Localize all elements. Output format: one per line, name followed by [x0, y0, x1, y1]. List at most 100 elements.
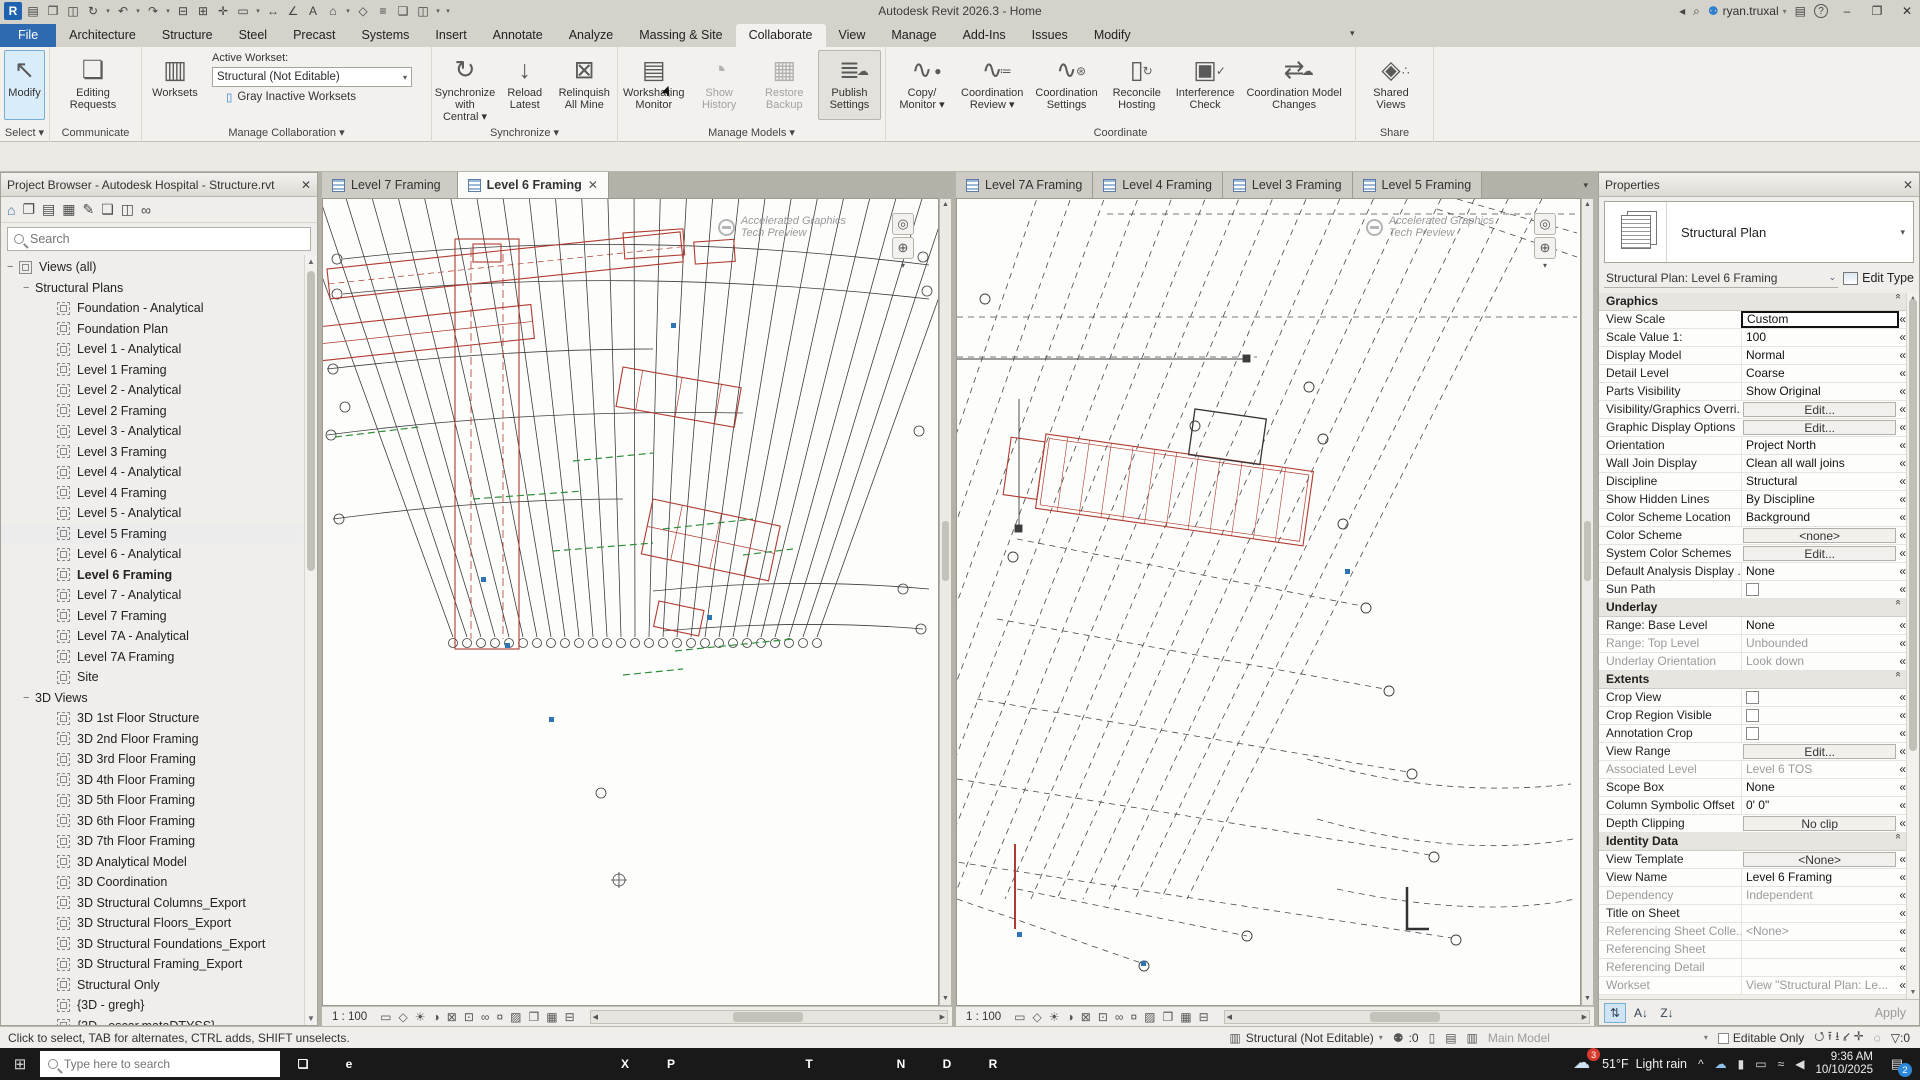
collapse-section-icon[interactable]: « [1899, 959, 1906, 976]
view-hscrollbar[interactable]: ◀▶ [1224, 1010, 1590, 1024]
ribbon-button[interactable]: ◔ Show History [688, 50, 751, 120]
collapse-section-icon[interactable]: « [1899, 887, 1906, 904]
tree-item[interactable]: − 3D Coordination [1, 872, 303, 893]
qat-icon[interactable]: ◫ [64, 2, 82, 20]
collapse-section-icon[interactable]: « [1899, 617, 1906, 634]
view-tab[interactable]: Level 5 Framing [1353, 172, 1483, 198]
view-tab[interactable]: Level 7A Framing [956, 172, 1093, 198]
taskbar-app[interactable] [418, 1048, 464, 1080]
list-icon[interactable]: ▤ [1445, 1031, 1456, 1045]
editing-requests-count[interactable]: ⚉ :0 [1393, 1031, 1419, 1045]
view-control-icon[interactable]: ▨ [510, 1008, 521, 1026]
tree-item[interactable]: − Level 2 - Analytical [1, 380, 303, 401]
tree-item[interactable]: − 3D Analytical Model [1, 852, 303, 873]
collapse-section-icon[interactable]: « [1899, 491, 1906, 508]
scroll-up-icon[interactable]: ▲ [1582, 199, 1593, 211]
browser-search[interactable] [7, 227, 311, 251]
tree-item[interactable]: − Level 7 - Analytical [1, 585, 303, 606]
ribbon-tab[interactable]: Annotate [480, 24, 556, 47]
tree-item[interactable]: − Level 4 - Analytical [1, 462, 303, 483]
view-control-icon[interactable]: ⊡ [1098, 1008, 1108, 1026]
property-row[interactable]: View Template <None> « [1599, 851, 1906, 869]
collapse-section-icon[interactable]: « [1899, 419, 1906, 436]
tree-item[interactable]: − 3D 6th Floor Framing [1, 811, 303, 832]
qat-icon[interactable]: ∠ [284, 2, 302, 20]
wifi-icon[interactable]: ≈ [1778, 1057, 1785, 1071]
browser-tool-icon[interactable]: ⌂ [7, 202, 15, 218]
tree-item[interactable]: − Level 7A Framing [1, 647, 303, 668]
ribbon-button[interactable]: ∿⊛ Coordination Settings [1030, 50, 1102, 120]
collapse-section-icon[interactable]: « [1890, 294, 1907, 310]
qat-icon[interactable]: R [4, 2, 22, 20]
property-row[interactable]: Scale Value 1: 100 « [1599, 329, 1906, 347]
selection-filter[interactable]: ▽:0 [1891, 1031, 1910, 1045]
collapse-section-icon[interactable]: « [1899, 311, 1906, 328]
panel-label-manage-models[interactable]: Manage Models ▾ [618, 125, 885, 142]
design-options-dropdown[interactable]: Main Model ▾ [1488, 1031, 1708, 1045]
account-menu[interactable]: ⚉ryan.truxal▾ [1708, 4, 1787, 18]
view-control-icon[interactable]: ⊟ [565, 1008, 575, 1026]
tree-item[interactable]: − 3D Structural Floors_Export [1, 913, 303, 934]
view-control-icon[interactable]: ∞ [1115, 1008, 1124, 1026]
property-row[interactable]: Graphics « [1599, 293, 1906, 311]
qat-icon[interactable]: ↻ [84, 2, 102, 20]
tree-item[interactable]: − Level 1 - Analytical [1, 339, 303, 360]
collapse-section-icon[interactable]: « [1899, 815, 1906, 832]
ribbon-tab[interactable]: Manage [878, 24, 949, 47]
view-tab[interactable]: Level 3 Framing [1223, 172, 1353, 198]
view-vscrollbar[interactable]: ▲ ▼ [939, 198, 952, 1006]
view-hscrollbar[interactable]: ◀▶ [590, 1010, 948, 1024]
collapse-icon[interactable]: − [23, 282, 35, 294]
qat-icon[interactable]: ⊞ [194, 2, 212, 20]
tree-item[interactable]: − Level 5 - Analytical [1, 503, 303, 524]
qat-icon[interactable]: ≡ [374, 2, 392, 20]
property-row[interactable]: Referencing Sheet « [1599, 941, 1906, 959]
clock[interactable]: 9:36 AM 10/10/2025 [1815, 1051, 1873, 1077]
ribbon-tab[interactable]: Issues [1019, 24, 1081, 47]
view-control-icon[interactable]: ⊠ [447, 1008, 457, 1026]
ribbon-tab[interactable]: Structure [149, 24, 226, 47]
weather-widget[interactable]: ☁3 51°F Light rain [1573, 1053, 1687, 1075]
ribbon-button[interactable]: ▤ Worksharing Monitor [622, 50, 686, 120]
tree-item[interactable]: − 3D 4th Floor Framing [1, 770, 303, 791]
view-control-icon[interactable]: ¤ [1130, 1008, 1137, 1026]
property-row[interactable]: Orientation Project North « [1599, 437, 1906, 455]
qat-icon[interactable]: ❒ [44, 2, 62, 20]
ribbon-tab[interactable]: Systems [348, 24, 422, 47]
shared-views-button[interactable]: ◈∴ Shared Views [1360, 50, 1422, 120]
tree-item[interactable]: − Level 6 Framing [1, 565, 303, 586]
view-control-icon[interactable]: ❐ [528, 1008, 539, 1026]
workset-status[interactable]: ▥ Structural (Not Editable) ▾ [1229, 1031, 1382, 1045]
qat-icon[interactable]: ▾ [434, 2, 442, 20]
qat-icon[interactable]: ▾ [104, 2, 112, 20]
ribbon-button[interactable]: ⇄☁ Coordination Model Changes [1241, 50, 1346, 120]
ribbon-button[interactable]: ▦ Restore Backup [753, 50, 816, 120]
property-row[interactable]: View Scale Custom « [1599, 311, 1906, 329]
tree-item[interactable]: − 3D Structural Framing_Export [1, 954, 303, 975]
ribbon-tab[interactable]: Precast [280, 24, 348, 47]
ribbon-button[interactable]: ≣☁ Publish Settings [818, 50, 881, 120]
close-icon[interactable]: ✕ [301, 178, 311, 192]
view-control-icon[interactable]: ▭ [380, 1008, 391, 1026]
taskbar-search-input[interactable] [64, 1057, 272, 1071]
ribbon-button[interactable]: ❏ Editing Requests [54, 50, 132, 120]
view-control-icon[interactable]: ¤ [496, 1008, 503, 1026]
property-row[interactable]: Referencing Detail « [1599, 959, 1906, 977]
qat-icon[interactable]: ▾ [344, 2, 352, 20]
list-icon[interactable]: ▥ [1467, 1031, 1478, 1045]
drawing-canvas-left[interactable]: Accelerated GraphicsTech Preview ◎ ⊕ ▾ [322, 198, 939, 1006]
ribbon-tab[interactable]: Analyze [556, 24, 626, 47]
panel-label-select[interactable]: Select ▾ [0, 125, 49, 142]
taskbar-app[interactable] [464, 1048, 510, 1080]
navbar-expand-icon[interactable]: ▾ [901, 261, 905, 270]
property-row[interactable]: Detail Level Coarse « [1599, 365, 1906, 383]
ribbon-tab[interactable]: Architecture [56, 24, 149, 47]
collapse-section-icon[interactable]: « [1899, 761, 1906, 778]
view-tab[interactable]: Level 7 Framing [322, 172, 458, 198]
view-control-icon[interactable]: ❐ [1162, 1008, 1173, 1026]
volume-icon[interactable]: ◀ [1795, 1057, 1804, 1071]
view-control-icon[interactable]: ▭ [1014, 1008, 1025, 1026]
tree-item[interactable]: − Level 3 - Analytical [1, 421, 303, 442]
view-control-icon[interactable]: ⊟ [1199, 1008, 1209, 1026]
property-row[interactable]: Crop Region Visible « [1599, 707, 1906, 725]
